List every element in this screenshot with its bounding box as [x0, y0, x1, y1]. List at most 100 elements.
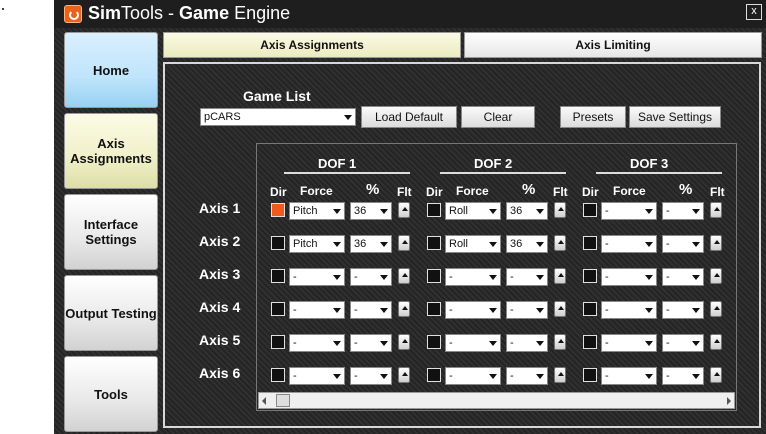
percent-select[interactable]: 36 — [506, 202, 548, 220]
percent-select[interactable]: - — [506, 301, 548, 319]
dir-checkbox[interactable] — [427, 236, 441, 250]
force-select[interactable]: - — [289, 334, 345, 352]
percent-select[interactable]: - — [350, 301, 392, 319]
chevron-down-icon — [333, 242, 341, 247]
dir-checkbox[interactable] — [583, 302, 597, 316]
dir-checkbox[interactable] — [271, 203, 285, 217]
force-select[interactable]: - — [445, 334, 501, 352]
filter-button[interactable] — [398, 367, 410, 383]
percent-select[interactable]: - — [350, 367, 392, 385]
force-value: - — [605, 238, 609, 250]
clear-button[interactable]: Clear — [461, 106, 535, 128]
percent-select[interactable]: - — [662, 268, 704, 286]
force-select[interactable]: - — [601, 301, 657, 319]
dof1-pct-header: % — [366, 181, 380, 198]
dir-checkbox[interactable] — [583, 236, 597, 250]
percent-select[interactable]: - — [662, 202, 704, 220]
force-select[interactable]: Roll — [445, 235, 501, 253]
axis-label: Axis 1 — [199, 200, 241, 216]
filter-button[interactable] — [554, 235, 566, 251]
dir-checkbox[interactable] — [583, 368, 597, 382]
percent-select[interactable]: - — [506, 334, 548, 352]
dir-checkbox[interactable] — [583, 335, 597, 349]
dir-checkbox[interactable] — [583, 203, 597, 217]
force-select[interactable]: - — [601, 235, 657, 253]
dir-checkbox[interactable] — [427, 269, 441, 283]
filter-button[interactable] — [554, 202, 566, 218]
game-list-select[interactable]: pCARS — [200, 108, 356, 126]
filter-button[interactable] — [398, 235, 410, 251]
force-select[interactable]: - — [289, 301, 345, 319]
filter-button[interactable] — [398, 268, 410, 284]
percent-value: - — [666, 205, 670, 217]
percent-select[interactable]: - — [350, 268, 392, 286]
percent-select[interactable]: 36 — [506, 235, 548, 253]
percent-select[interactable]: 36 — [350, 235, 392, 253]
filter-button[interactable] — [398, 301, 410, 317]
force-select[interactable]: - — [445, 268, 501, 286]
percent-select[interactable]: - — [506, 268, 548, 286]
dir-checkbox[interactable] — [427, 302, 441, 316]
dir-checkbox[interactable] — [583, 269, 597, 283]
nav-axis-assignments[interactable]: Axis Assignments — [64, 113, 158, 189]
tab-axis-limiting[interactable]: Axis Limiting — [464, 32, 762, 58]
force-select[interactable]: Pitch — [289, 202, 345, 220]
dir-checkbox[interactable] — [427, 368, 441, 382]
nav-interface-settings[interactable]: Interface Settings — [64, 194, 158, 270]
dir-checkbox[interactable] — [271, 236, 285, 250]
nav-tools[interactable]: Tools — [64, 356, 158, 432]
percent-select[interactable]: - — [506, 367, 548, 385]
percent-value: 36 — [354, 238, 367, 250]
filter-button[interactable] — [710, 235, 722, 251]
percent-select[interactable]: - — [662, 235, 704, 253]
percent-select[interactable]: - — [662, 301, 704, 319]
filter-button[interactable] — [710, 202, 722, 218]
chevron-down-icon — [489, 275, 497, 280]
presets-button[interactable]: Presets — [560, 106, 626, 128]
percent-select[interactable]: 36 — [350, 202, 392, 220]
game-list-label: Game List — [243, 88, 311, 104]
force-select[interactable]: - — [289, 367, 345, 385]
dir-checkbox[interactable] — [271, 302, 285, 316]
horizontal-scrollbar[interactable] — [258, 392, 735, 409]
dir-checkbox[interactable] — [271, 368, 285, 382]
load-default-button[interactable]: Load Default — [361, 106, 457, 128]
force-select[interactable]: - — [601, 334, 657, 352]
dir-checkbox[interactable] — [427, 335, 441, 349]
scroll-thumb[interactable] — [276, 394, 290, 407]
percent-select[interactable]: - — [350, 334, 392, 352]
dir-checkbox[interactable] — [271, 269, 285, 283]
force-select[interactable]: - — [601, 367, 657, 385]
nav-home[interactable]: Home — [64, 32, 158, 108]
chevron-down-icon — [692, 242, 700, 247]
filter-button[interactable] — [554, 268, 566, 284]
dir-checkbox[interactable] — [427, 203, 441, 217]
filter-button[interactable] — [554, 334, 566, 350]
filter-button[interactable] — [710, 268, 722, 284]
nav-output-testing[interactable]: Output Testing — [64, 275, 158, 351]
dir-checkbox[interactable] — [271, 335, 285, 349]
scroll-left-icon[interactable] — [262, 397, 266, 405]
force-select[interactable]: - — [445, 367, 501, 385]
filter-button[interactable] — [554, 367, 566, 383]
filter-button[interactable] — [710, 334, 722, 350]
force-select[interactable]: Pitch — [289, 235, 345, 253]
force-select[interactable]: - — [601, 202, 657, 220]
percent-select[interactable]: - — [662, 334, 704, 352]
chevron-down-icon — [645, 374, 653, 379]
force-select[interactable]: - — [601, 268, 657, 286]
filter-button[interactable] — [710, 367, 722, 383]
chevron-down-icon — [333, 341, 341, 346]
scroll-right-icon[interactable] — [727, 397, 731, 405]
force-select[interactable]: - — [445, 301, 501, 319]
force-select[interactable]: Roll — [445, 202, 501, 220]
save-settings-button[interactable]: Save Settings — [629, 106, 721, 128]
filter-button[interactable] — [554, 301, 566, 317]
tab-axis-assignments[interactable]: Axis Assignments — [163, 32, 461, 58]
filter-button[interactable] — [398, 202, 410, 218]
force-select[interactable]: - — [289, 268, 345, 286]
filter-button[interactable] — [398, 334, 410, 350]
percent-select[interactable]: - — [662, 367, 704, 385]
filter-button[interactable] — [710, 301, 722, 317]
close-button[interactable]: x — [746, 4, 762, 20]
